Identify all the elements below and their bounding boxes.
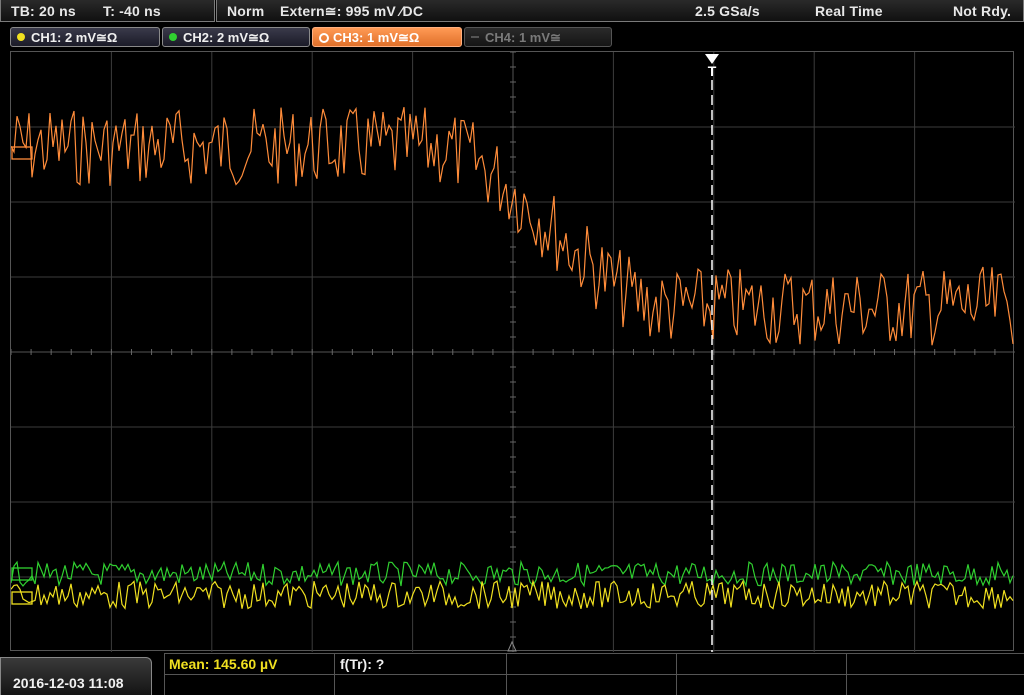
measurement-cell[interactable] (506, 654, 676, 674)
channel-4-button[interactable]: CH4: 1 mV≅ (464, 27, 612, 47)
channel-3-level-marker (11, 146, 33, 160)
trigger-mode-label: Norm (227, 3, 265, 19)
measurement-table: Mean: 145.60 µV f(Tr): ? (164, 653, 1024, 695)
channel-4-label: CH4: 1 mV≅ (485, 30, 561, 45)
channel-3-button[interactable]: CH3: 1 mV≅Ω (312, 27, 462, 47)
trigger-position-marker[interactable]: T (708, 63, 717, 79)
measurement-row: Mean: 145.60 µV f(Tr): ? (164, 653, 1024, 674)
measurement-cell[interactable] (846, 675, 1024, 695)
mean-measurement: Mean: 145.60 µV (169, 656, 278, 672)
measurement-cell[interactable] (164, 675, 334, 695)
measurement-cell[interactable] (506, 675, 676, 695)
channel-4-dash-icon (471, 36, 479, 38)
status-bar: TB: 20 ns T: -40 ns Norm Extern≅: 995 mV… (0, 0, 1024, 24)
channel-3-dot-icon (319, 33, 329, 43)
traces (11, 106, 1014, 610)
datetime-panel: 2016-12-03 11:08 (0, 657, 152, 695)
acquisition-panel[interactable]: Norm Extern≅: 995 mV ∕DC 2.5 GSa/s Real … (216, 0, 1024, 22)
center-position-icon (507, 640, 517, 652)
measurement-cell[interactable] (846, 654, 1024, 674)
trigger-offset-label: T: -40 ns (103, 3, 161, 19)
measurement-cell[interactable] (334, 675, 506, 695)
measurement-cell[interactable] (676, 654, 846, 674)
measurement-cell[interactable] (676, 675, 846, 695)
timebase-label: TB: 20 ns (11, 3, 76, 19)
channel-2-button[interactable]: CH2: 2 mV≅Ω (162, 27, 310, 47)
sample-rate-label: 2.5 GSa/s (695, 3, 760, 19)
measurement-cell[interactable]: f(Tr): ? (334, 654, 506, 674)
channel-1-dot-icon (17, 33, 25, 41)
run-state-label: Not Rdy. (953, 3, 1012, 19)
graticule-grid (11, 52, 1015, 652)
channel-3-trace (11, 106, 1014, 346)
measurement-cell[interactable]: Mean: 145.60 µV (164, 654, 334, 674)
channel-1-trace (11, 578, 1014, 610)
channel-2-trace (11, 559, 1014, 588)
channel-1-button[interactable]: CH1: 2 mV≅Ω (10, 27, 160, 47)
ftr-measurement: f(Tr): ? (340, 656, 385, 672)
datetime-label: 2016-12-03 11:08 (13, 675, 124, 691)
waveform-display[interactable]: T (10, 51, 1015, 652)
channel-2-dot-icon (169, 33, 177, 41)
channel-2-label: CH2: 2 mV≅Ω (183, 30, 270, 45)
measurement-row (164, 674, 1024, 695)
timebase-panel[interactable]: TB: 20 ns T: -40 ns (0, 0, 215, 22)
waveform-svg: T (11, 52, 1015, 652)
channel-1-label: CH1: 2 mV≅Ω (31, 30, 118, 45)
channel-3-label: CH3: 1 mV≅Ω (333, 30, 420, 45)
acq-mode-label: Real Time (815, 3, 883, 19)
channel-2-level-marker (11, 567, 33, 581)
trigger-source-label: Extern≅: 995 mV ∕DC (280, 3, 424, 19)
